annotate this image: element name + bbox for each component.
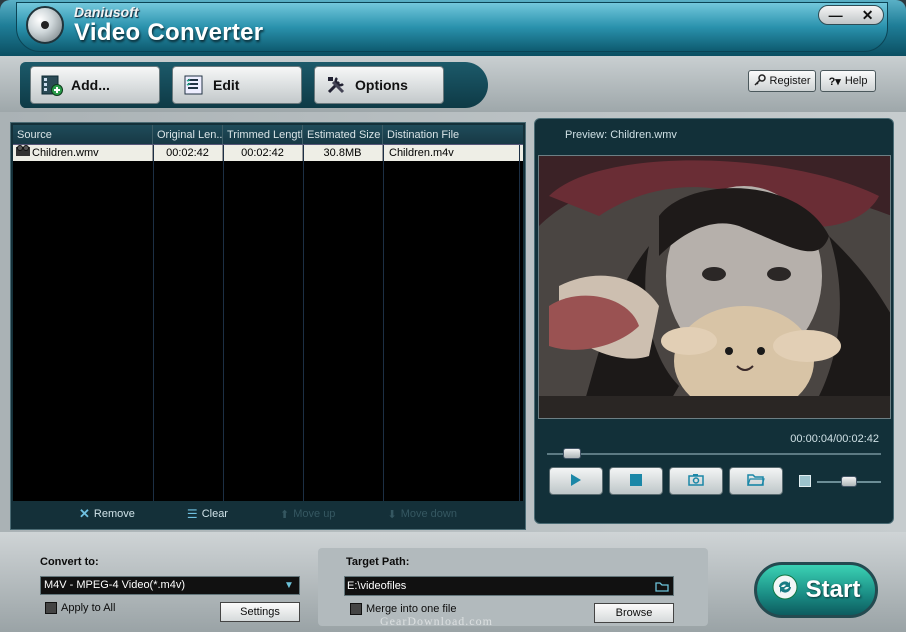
add-film-icon (41, 74, 63, 96)
checkbox-box[interactable] (350, 603, 362, 615)
options-button[interactable]: Options (314, 66, 444, 104)
column-divider (519, 145, 520, 501)
target-path-value: E:\videofiles (347, 580, 407, 592)
arrow-up-icon: ⬆ (280, 508, 290, 521)
clear-list-icon: ☰ (186, 507, 198, 521)
stop-button[interactable] (609, 467, 663, 495)
original-length-cell: 00:02:42 (153, 145, 223, 161)
arrow-down-icon: ⬇ (387, 508, 397, 521)
edit-button-label: Edit (213, 77, 240, 93)
move-up-button[interactable]: ⬆ Move up (280, 508, 335, 521)
column-divider (303, 145, 304, 501)
register-label: Register (769, 75, 811, 87)
column-source[interactable]: Source (13, 125, 153, 144)
checkbox-box[interactable] (45, 602, 57, 614)
minimize-button[interactable]: — (829, 8, 843, 22)
edit-list-icon (183, 74, 205, 96)
play-button[interactable] (549, 467, 603, 495)
volume-thumb[interactable] (841, 476, 857, 487)
playback-time: 00:00:04/00:02:42 (790, 433, 879, 445)
apply-to-all-checkbox[interactable]: Apply to All (45, 602, 115, 614)
source-cell: Children.wmv (13, 145, 153, 161)
destination-cell: Children.m4v (389, 147, 454, 159)
target-path-label: Target Path: (346, 556, 410, 568)
tools-icon (325, 74, 347, 96)
column-original-length[interactable]: Original Len... (153, 125, 223, 144)
volume-slider[interactable] (817, 476, 881, 487)
move-down-button[interactable]: ⬇ Move down (387, 508, 456, 521)
camera-icon (688, 473, 704, 489)
add-button-label: Add... (71, 77, 110, 93)
key-icon (753, 73, 766, 89)
toolbar: Add... Edit Options Register ?▾ Help (0, 56, 906, 112)
column-divider (383, 145, 384, 501)
estimated-size-cell: 30.8MB (303, 145, 383, 161)
table-row[interactable]: Children.wmv 00:02:42 00:02:42 30.8MB Ch… (13, 145, 523, 161)
seek-bar[interactable] (547, 448, 881, 459)
target-section: Target Path: E:\videofiles Merge into on… (318, 548, 708, 626)
start-button[interactable]: Start (754, 562, 878, 618)
start-label: Start (805, 576, 861, 603)
clear-button[interactable]: ☰ Clear (187, 507, 228, 521)
close-button[interactable]: ✕ (862, 8, 874, 22)
preview-title: Preview: Children.wmv (565, 129, 677, 141)
source-name: Children.wmv (32, 147, 99, 159)
video-preview (538, 155, 891, 419)
title-bar: Daniusoft Video Converter — ✕ (0, 0, 906, 56)
preview-panel: Preview: Children.wmv 00:00:04/00:02:42 (534, 118, 894, 524)
file-list-header: Source Original Len... Trimmed Length Es… (13, 125, 523, 145)
app-title: Video Converter (74, 19, 264, 46)
main-area: Source Original Len... Trimmed Length Es… (0, 112, 906, 532)
volume-icon (799, 475, 811, 487)
video-file-icon (16, 145, 30, 161)
register-button[interactable]: Register (748, 70, 816, 92)
target-path-field[interactable]: E:\videofiles (344, 576, 674, 596)
help-button[interactable]: ?▾ Help (820, 70, 876, 92)
browse-button[interactable]: Browse (594, 603, 674, 623)
convert-to-label: Convert to: (40, 556, 99, 568)
brand-name: Daniusoft (74, 4, 139, 20)
column-estimated-size[interactable]: Estimated Size (303, 125, 383, 144)
watermark: GearDownload.com (380, 614, 493, 628)
bottom-panel: Convert to: M4V - MPEG-4 Video(*.m4v) ▼ … (0, 532, 906, 632)
add-button[interactable]: Add... (30, 66, 160, 104)
remove-label: Remove (93, 508, 135, 520)
seek-thumb[interactable] (562, 448, 581, 459)
options-button-label: Options (355, 77, 408, 93)
remove-button[interactable]: ✕ Remove (79, 506, 135, 522)
apply-to-all-label: Apply to All (61, 602, 116, 614)
toolbar-group: Add... Edit Options (20, 62, 488, 108)
column-divider (153, 145, 154, 501)
folder-browse-icon[interactable] (655, 580, 669, 598)
file-list[interactable]: Source Original Len... Trimmed Length Es… (13, 125, 523, 501)
clear-label: Clear (201, 508, 228, 520)
play-icon (570, 473, 582, 490)
snapshot-button[interactable] (669, 467, 723, 495)
help-label: Help (844, 75, 868, 87)
list-actions: ✕ Remove ☰ Clear ⬆ Move up ⬇ Move down (13, 503, 523, 525)
convert-section: Convert to: M4V - MPEG-4 Video(*.m4v) ▼ … (30, 542, 310, 628)
column-trimmed-length[interactable]: Trimmed Length (223, 125, 303, 144)
stop-icon (630, 473, 642, 489)
column-destination-file[interactable]: Distination File (383, 125, 519, 144)
output-format-select[interactable]: M4V - MPEG-4 Video(*.m4v) ▼ (40, 576, 300, 595)
move-down-label: Move down (400, 508, 457, 520)
edit-button[interactable]: Edit (172, 66, 302, 104)
output-format-value: M4V - MPEG-4 Video(*.m4v) (44, 579, 186, 591)
remove-x-icon: ✕ (79, 506, 90, 521)
folder-icon (747, 473, 765, 489)
open-folder-button[interactable] (729, 467, 783, 495)
help-question-icon: ?▾ (828, 75, 841, 88)
move-up-label: Move up (293, 508, 336, 520)
window-controls: — ✕ (818, 5, 884, 25)
chevron-down-icon[interactable]: ▼ (281, 578, 297, 593)
convert-refresh-icon (772, 574, 798, 607)
file-list-panel: Source Original Len... Trimmed Length Es… (10, 122, 526, 530)
column-divider (223, 145, 224, 501)
settings-button[interactable]: Settings (220, 602, 300, 622)
film-reel-logo-icon (26, 6, 64, 44)
trimmed-length-cell: 00:02:42 (223, 145, 303, 161)
